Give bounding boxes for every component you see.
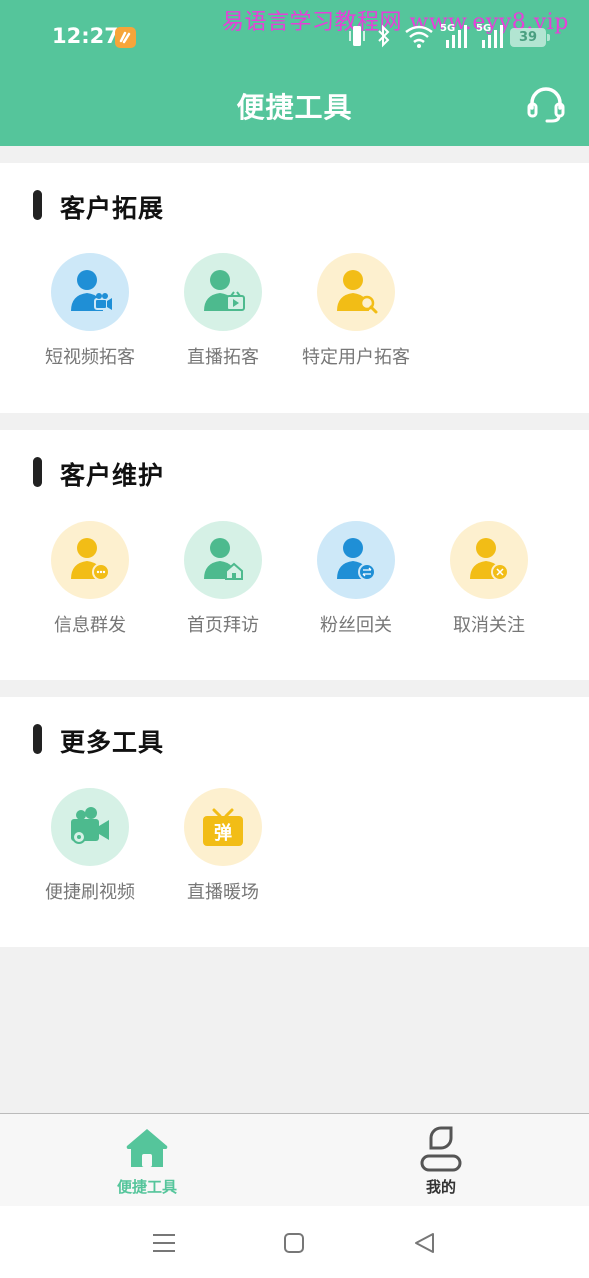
tool-label: 特定用户拓客 — [302, 347, 410, 368]
tool-live-warmup[interactable]: 弹 直播暖场 — [158, 788, 288, 908]
home-icon — [126, 1129, 168, 1167]
tool-label: 粉丝回关 — [320, 615, 392, 636]
profile-icon — [420, 1126, 462, 1172]
network-type-label-2: 5G — [476, 23, 492, 34]
user-live-icon — [184, 253, 262, 331]
user-video-icon — [51, 253, 129, 331]
status-time: 12:27 — [52, 24, 119, 48]
user-home-icon — [184, 521, 262, 599]
tool-bulk-message[interactable]: 信息群发 — [25, 521, 155, 641]
tool-label: 取消关注 — [453, 615, 525, 636]
tool-short-video-acquisition[interactable]: 短视频拓客 — [25, 253, 155, 373]
user-unfollow-icon — [450, 521, 528, 599]
tv-danmaku-icon: 弹 — [184, 788, 262, 866]
video-camera-icon — [51, 788, 129, 866]
tab-label: 便捷工具 — [116, 1178, 177, 1196]
wifi-icon — [405, 25, 433, 48]
bottom-tab-bar: 便捷工具 我的 — [0, 1113, 589, 1206]
page-title: 便捷工具 — [236, 91, 353, 124]
tool-label: 直播拓客 — [187, 347, 259, 368]
tool-label: 首页拜访 — [187, 615, 259, 636]
tool-live-acquisition[interactable]: 直播拓客 — [158, 253, 288, 373]
section-title: 客户维护 — [60, 461, 165, 490]
tab-my-profile[interactable]: 我的 — [294, 1114, 588, 1207]
status-bar: 12:27 易语言学习教程网 www.eyy8.vip 5G 5G 39 — [0, 0, 589, 70]
home-button[interactable] — [280, 1228, 310, 1258]
tool-follow-back[interactable]: 粉丝回关 — [291, 521, 421, 641]
user-follow-back-icon — [317, 521, 395, 599]
customer-service-button[interactable] — [526, 86, 566, 124]
tool-specific-user-acquisition[interactable]: 特定用户拓客 — [291, 253, 421, 373]
tool-unfollow[interactable]: 取消关注 — [424, 521, 554, 641]
tool-label: 直播暖场 — [187, 882, 259, 903]
tab-quick-tools[interactable]: 便捷工具 — [0, 1114, 294, 1207]
section-marker — [33, 190, 42, 220]
menu-icon — [153, 1234, 175, 1252]
headset-icon — [527, 87, 565, 123]
section-more-tools: 更多工具 便捷刷视频 弹 直播暖场 — [0, 697, 589, 947]
battery-indicator: 39 — [510, 28, 550, 47]
tool-label: 短视频拓客 — [45, 347, 135, 368]
section-customer-maintenance: 客户维护 信息群发 首页拜访 粉丝回关 取消关注 — [0, 430, 589, 680]
tv-icon-text: 弹 — [214, 823, 232, 844]
section-title: 客户拓展 — [60, 194, 165, 223]
tool-label: 便捷刷视频 — [45, 882, 135, 903]
tool-homepage-visit[interactable]: 首页拜访 — [158, 521, 288, 641]
tool-label: 信息群发 — [54, 615, 126, 636]
system-navigation-bar — [0, 1206, 589, 1278]
tab-label: 我的 — [425, 1178, 456, 1196]
menu-button[interactable] — [149, 1228, 179, 1258]
vibrate-icon — [349, 26, 365, 46]
app-header: 12:27 易语言学习教程网 www.eyy8.vip 5G 5G 39 便捷工… — [0, 0, 589, 146]
user-search-icon — [317, 253, 395, 331]
tool-quick-video-browse[interactable]: 便捷刷视频 — [25, 788, 155, 908]
network-type-label: 5G — [440, 23, 456, 34]
user-message-icon — [51, 521, 129, 599]
section-marker — [33, 724, 42, 754]
bluetooth-icon — [378, 24, 390, 48]
section-marker — [33, 457, 42, 487]
back-triangle-icon — [415, 1233, 434, 1253]
back-button[interactable] — [410, 1228, 440, 1258]
home-square-icon — [284, 1233, 304, 1253]
section-title: 更多工具 — [60, 728, 165, 757]
section-customer-acquisition: 客户拓展 短视频拓客 直播拓客 特定用户拓客 — [0, 163, 589, 413]
app-notification-icon — [115, 27, 136, 48]
